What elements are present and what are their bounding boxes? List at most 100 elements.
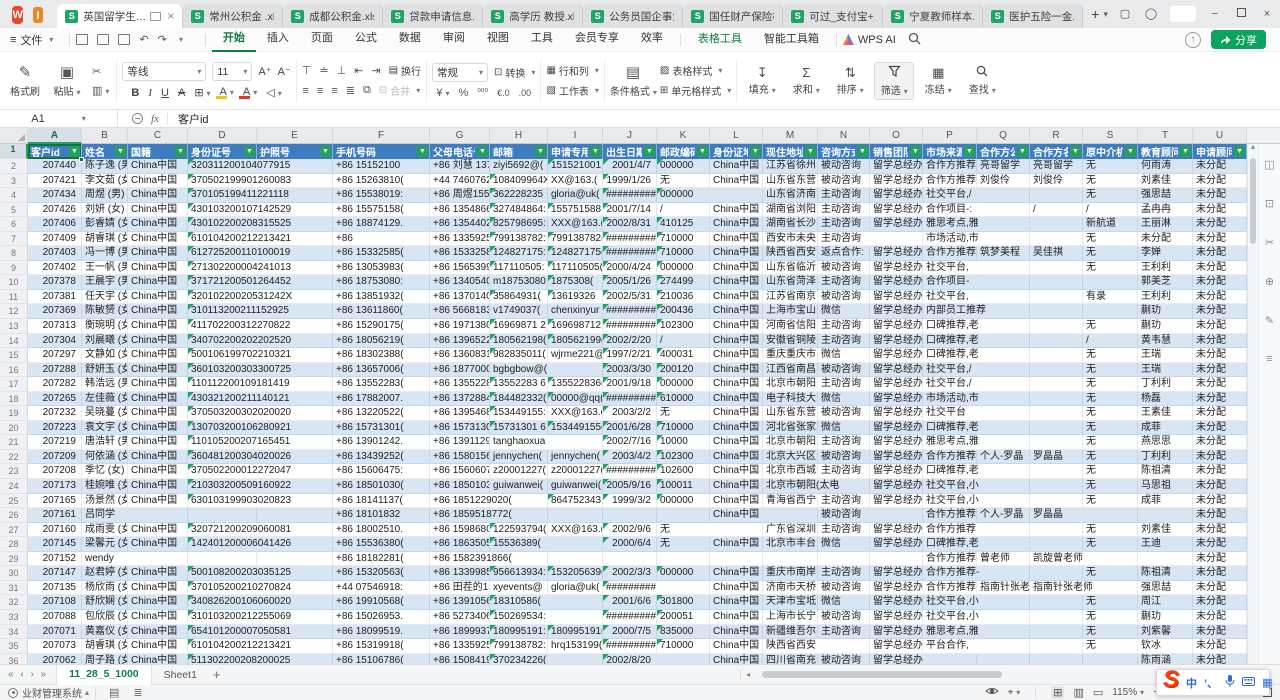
cell-D23[interactable]: 370502200012272047 [188, 464, 257, 479]
cell-K18[interactable]: 610000 [657, 392, 710, 407]
cell-G33[interactable]: +86 52734062 [430, 610, 490, 625]
cell-F31[interactable]: +44 07546918: [333, 581, 430, 596]
cell-A5[interactable]: 207426 [28, 203, 82, 218]
cell-G26[interactable]: +86 1859518772( [430, 508, 490, 523]
cell-I14[interactable]: 180562199( [548, 334, 603, 349]
cell-A21[interactable]: 207219 [28, 435, 82, 450]
cell-C26[interactable] [128, 508, 188, 523]
cell-S27[interactable]: 无 [1083, 523, 1138, 538]
cell-L16[interactable]: China中国 [710, 363, 763, 378]
cell-N36[interactable]: 被动咨询 [818, 654, 870, 664]
cell-C35[interactable]: China中国 [128, 639, 188, 654]
cell-R35[interactable] [1030, 639, 1083, 654]
cell-I21[interactable] [548, 435, 603, 450]
cell-S33[interactable]: 无 [1083, 610, 1138, 625]
cell-L9[interactable]: China中国 [710, 261, 763, 276]
print-preview-icon[interactable] [118, 34, 130, 45]
cell-D31[interactable]: 370105200210270824 [188, 581, 257, 596]
cell-R18[interactable] [1030, 392, 1083, 407]
cell-R30[interactable] [1030, 566, 1083, 581]
cell-U12[interactable]: 未分配 [1193, 304, 1247, 319]
cell-M16[interactable]: 江西省南昌 [763, 363, 818, 378]
cell-M22[interactable]: 北京大兴区 [763, 450, 818, 465]
cell-B3[interactable]: 李文茹 (女 [82, 174, 128, 189]
row-number-9[interactable]: 9 [0, 261, 28, 276]
cell-U32[interactable]: 未分配 [1193, 595, 1247, 610]
cell-J10[interactable]: 2005/1/26 [603, 275, 657, 290]
cell-A26[interactable]: 207161 [28, 508, 82, 523]
row-number-25[interactable]: 25 [0, 494, 28, 509]
cell-H12[interactable]: v1749037( [490, 304, 548, 319]
cell-I28[interactable] [548, 537, 603, 552]
cell-I2[interactable]: 151521001 [548, 159, 603, 174]
cell-D20[interactable]: 130703200106280921 [188, 421, 257, 436]
cell-D15[interactable]: 500106199702210321 [188, 348, 257, 363]
cell-D34[interactable]: 654101200007050581 [188, 625, 257, 640]
row-number-14[interactable]: 14 [0, 334, 28, 349]
cell-J13[interactable]: ######### [603, 319, 657, 334]
cell-M9[interactable]: 山东省临沂 [763, 261, 818, 276]
cell-G4[interactable]: +86 周煜155380: [430, 188, 490, 203]
row-number-6[interactable]: 6 [0, 217, 28, 232]
cell-M11[interactable]: 江苏省南京 [763, 290, 818, 305]
cell-K27[interactable]: 无 [657, 523, 710, 538]
cell-M17[interactable]: 北京市朝阳 [763, 377, 818, 392]
cell-N12[interactable]: 微信 [818, 304, 870, 319]
filter-dropdown-icon[interactable]: ▼ [805, 146, 816, 157]
cell-P13[interactable]: 口碑推荐,老 [923, 319, 977, 334]
cell-H30[interactable]: 956613934: [490, 566, 548, 581]
cell-N16[interactable]: 被动咨询 [818, 363, 870, 378]
cell-M13[interactable]: 河南省信阳 [763, 319, 818, 334]
cell-Q15[interactable] [977, 348, 1030, 363]
cell-I27[interactable]: XXX@163.( [548, 523, 603, 538]
cell-J33[interactable]: ######### [603, 610, 657, 625]
cell-S23[interactable]: 无 [1083, 464, 1138, 479]
cell-C15[interactable]: China中国 [128, 348, 188, 363]
cell-K33[interactable]: 200051 [657, 610, 710, 625]
cell-P14[interactable]: 口碑推荐,老 [923, 334, 977, 349]
cell-M10[interactable]: 山东省菏泽 [763, 275, 818, 290]
cell-D13[interactable]: 411702200312270822 [188, 319, 257, 334]
cell-P24[interactable]: 社交平台,小 [923, 479, 977, 494]
cell-R24[interactable] [1030, 479, 1083, 494]
cell-R17[interactable] [1030, 377, 1083, 392]
cell-N3[interactable]: 被动咨询 [818, 174, 870, 189]
add-sheet-button[interactable]: + [213, 667, 221, 682]
cell-S7[interactable]: 无 [1083, 232, 1138, 247]
cell-T36[interactable]: 陈雨涵 [1138, 654, 1193, 664]
row-number-1[interactable]: 1 [0, 144, 28, 159]
filter-dropdown-icon[interactable]: ▼ [115, 146, 126, 157]
skin-theme-icon[interactable]: ◯ [1138, 0, 1164, 28]
cell-U9[interactable]: 未分配 [1193, 261, 1247, 276]
align-top-icon[interactable]: ⊤ [302, 64, 312, 77]
cell-S25[interactable]: 无 [1083, 494, 1138, 509]
cell-C32[interactable]: China中国 [128, 595, 188, 610]
cell-P11[interactable]: 社交平台, [923, 290, 977, 305]
cell-R11[interactable] [1030, 290, 1083, 305]
cell-C34[interactable]: China中国 [128, 625, 188, 640]
cell-O16[interactable]: 留学总经办 [870, 363, 923, 378]
cell-R23[interactable] [1030, 464, 1083, 479]
cell-O14[interactable]: 留学总经办 [870, 334, 923, 349]
cell-R29[interactable]: 凯旋曾老师 [1030, 552, 1083, 567]
cell-N35[interactable] [818, 639, 870, 654]
cell-M14[interactable]: 安徽省铜陵 [763, 334, 818, 349]
cell-Q33[interactable] [977, 610, 1030, 625]
column-header-O[interactable]: O [870, 128, 923, 144]
cell-U4[interactable]: 未分配 [1193, 188, 1247, 203]
cell-D30[interactable]: 500108200203035125 [188, 566, 257, 581]
cell-L14[interactable]: China中国 [710, 334, 763, 349]
cell-M7[interactable]: 西安市未央 [763, 232, 818, 247]
convert-button[interactable]: ⊡ 转换▾ [494, 65, 535, 80]
cell-F19[interactable]: +86 13220522( [333, 406, 430, 421]
cell-R10[interactable] [1030, 275, 1083, 290]
wps-ai-button[interactable]: WPS AI [843, 34, 896, 46]
cell-J6[interactable]: 2002/8/31 [603, 217, 657, 232]
cell-Q10[interactable] [977, 275, 1030, 290]
upgrade-icon[interactable]: ↑ [1185, 32, 1201, 48]
cell-R3[interactable]: 刘俊伶 [1030, 174, 1083, 189]
cell-D32[interactable]: 340826200106060020 [188, 595, 257, 610]
cell-B11[interactable]: 任天宇 (女 [82, 290, 128, 305]
comma-style-icon[interactable]: ⁰⁰⁰ [477, 87, 488, 98]
cell-Q5[interactable] [977, 203, 1030, 218]
